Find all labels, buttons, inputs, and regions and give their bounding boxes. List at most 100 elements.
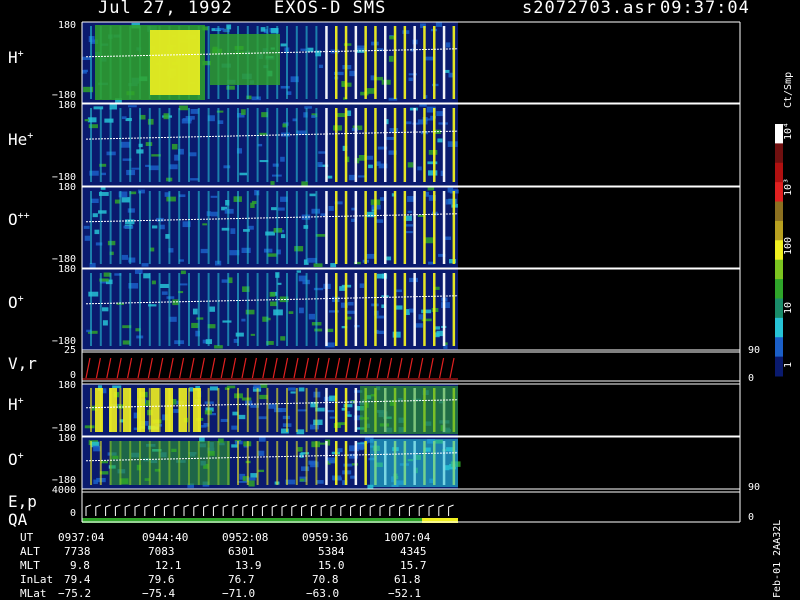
data-cell [226,385,236,389]
data-stripe [305,441,308,485]
colorbar-segment [775,220,783,241]
data-stripe [207,26,210,99]
data-stripe [256,191,259,264]
data-stripe [325,441,328,485]
colorbar-segment [775,298,783,319]
data-cell [366,211,376,218]
data-stripe [452,108,456,182]
data-stripe [276,441,279,485]
data-stripe [178,191,181,264]
data-stripe [188,273,190,346]
data-stripe [315,441,318,485]
data-cell [308,313,316,320]
data-stripe [266,441,269,485]
data-stripe [335,108,338,182]
data-block [123,388,131,432]
data-cell [248,480,255,487]
data-cell [123,225,134,229]
data-stripe [325,26,328,99]
data-stripe [129,108,132,182]
data-stripe [276,191,279,264]
data-block [137,388,145,432]
data-cell [376,273,385,279]
data-stripe [139,273,141,346]
data-block [109,388,117,432]
data-stripe [325,273,328,346]
data-cell [98,210,107,214]
data-cell [408,77,413,82]
data-stripe [237,108,239,182]
colorbar-segment [775,240,783,261]
data-block [210,34,280,85]
data-stripe [139,191,141,264]
data-cell [83,225,90,229]
data-stripe [452,191,456,264]
data-cell [200,248,208,254]
data-stripe [109,273,112,346]
data-stripe [295,191,298,264]
data-stripe [99,441,102,485]
data-cell [304,106,312,109]
panel-data-area [82,104,458,186]
data-cell [260,27,266,32]
data-cell [417,214,425,217]
data-cell [251,96,261,101]
data-cell [231,444,238,448]
data-stripe [384,273,387,346]
data-cell [298,307,304,314]
data-stripe [188,388,190,432]
data-stripe [276,388,279,432]
data-cell [307,257,317,263]
data-cell [128,105,137,108]
data-cell [445,42,451,48]
data-cell [313,419,323,425]
data-stripe [315,273,318,346]
data-stripe [158,273,161,346]
data-block [193,388,201,432]
data-stripe [119,191,122,264]
data-stripe [374,108,377,182]
data-cell [366,253,376,259]
data-cell [169,316,177,322]
data-cell [211,211,218,217]
data-stripe [286,388,288,432]
data-cell [407,162,414,168]
data-cell [121,197,130,203]
data-cell [417,166,422,171]
data-stripe [354,191,358,264]
data-cell [210,195,218,198]
data-cell [241,318,246,322]
data-stripe [413,108,416,182]
data-stripe [452,26,456,99]
data-cell [121,254,129,260]
data-stripe [393,26,397,99]
spectrogram-plot [81,21,783,523]
data-cell [421,309,432,314]
data-cell [160,283,169,288]
data-stripe [286,26,288,99]
data-stripe [286,108,288,182]
data-cell [120,141,131,148]
data-cell [243,229,250,232]
data-stripe [305,26,308,99]
data-cell [427,187,435,191]
data-stripe [109,191,112,264]
data-cell [161,291,168,295]
data-block [150,30,200,95]
data-cell [122,340,130,345]
data-stripe [442,273,446,346]
data-cell [87,117,97,123]
data-stripe [148,191,151,264]
data-stripe [188,108,190,182]
data-cell [231,425,238,430]
data-stripe [119,108,122,182]
data-cell [280,43,287,47]
data-stripe [266,273,269,346]
data-stripe [384,191,387,264]
data-cell [318,64,324,68]
data-cell [296,270,302,273]
data-cell [359,283,365,288]
data-stripe [423,26,426,99]
data-stripe [119,273,122,346]
data-cell [141,263,149,267]
